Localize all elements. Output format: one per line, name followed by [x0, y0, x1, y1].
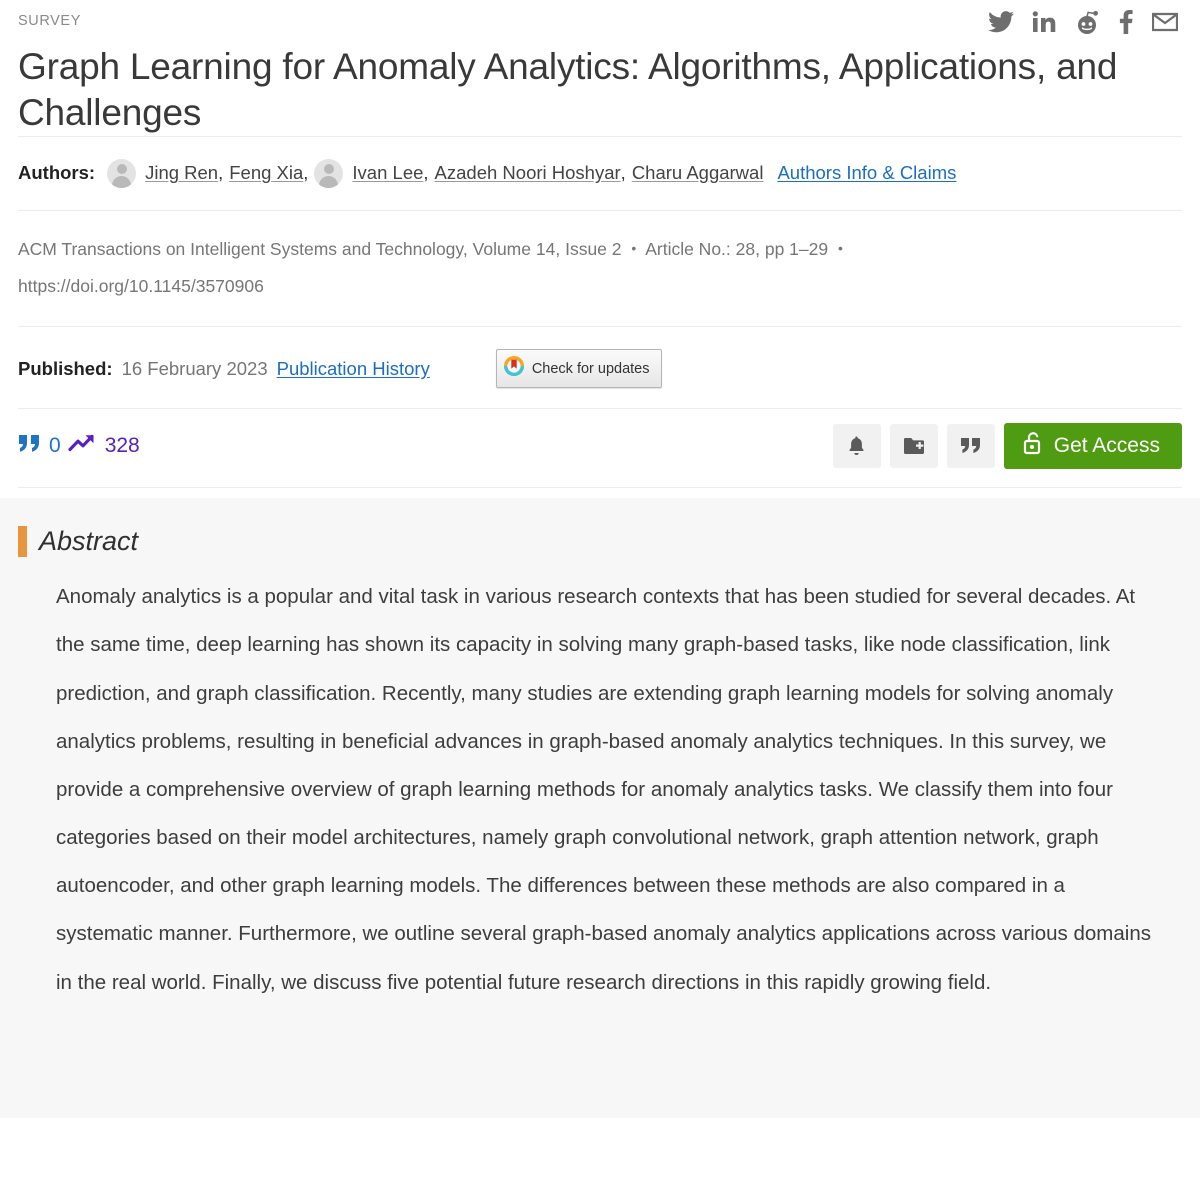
bullet-separator: • — [631, 239, 637, 256]
publication-history-link[interactable]: Publication History — [277, 358, 430, 380]
author-link-jing-ren[interactable]: Jing Ren — [145, 162, 218, 184]
published-label: Published: — [18, 357, 113, 379]
downloads-metric[interactable]: 328 — [68, 432, 140, 460]
author-link-ivan-lee[interactable]: Ivan Lee — [352, 162, 423, 184]
authors-row: Authors: Jing Ren, Feng Xia, Ivan Lee, A… — [0, 137, 1200, 210]
citation-line: ACM Transactions on Intelligent Systems … — [0, 211, 960, 327]
author-link-feng-xia[interactable]: Feng Xia — [229, 162, 303, 184]
avatar — [314, 158, 344, 188]
abstract-section: Abstract Anomaly analytics is a popular … — [0, 498, 1200, 1119]
comma: , — [755, 238, 760, 259]
article-page: SURVEY Graph Learning for Anomaly Analyt… — [0, 0, 1200, 1119]
unlock-icon — [1022, 431, 1044, 461]
get-access-button[interactable]: Get Access — [1003, 423, 1182, 470]
authors-info-claims-link[interactable]: Authors Info & Claims — [777, 162, 956, 184]
published-row: Published: 16 February 2023 Publication … — [0, 327, 1200, 408]
twitter-icon[interactable] — [988, 11, 1014, 33]
downloads-count: 328 — [104, 434, 140, 458]
alerts-button[interactable] — [832, 424, 881, 469]
author-separator: , — [218, 162, 224, 184]
crossmark-icon — [503, 355, 525, 382]
check-for-updates-badge[interactable]: Check for updates — [495, 349, 662, 389]
authors-label: Authors: — [18, 162, 96, 184]
quote-icon — [18, 432, 42, 460]
abstract-text: Anomaly analytics is a popular and vital… — [56, 585, 1151, 994]
abstract-heading: Abstract — [18, 526, 1182, 558]
bullet-separator: • — [838, 239, 843, 256]
issue: Issue 2 — [565, 238, 622, 259]
page-range: pp 1–29 — [764, 238, 829, 259]
avatar — [107, 158, 137, 188]
trending-up-icon — [68, 432, 98, 460]
author-link-azadeh-noori-hoshyar[interactable]: Azadeh Noori Hoshyar — [435, 162, 621, 184]
check-for-updates-label: Check for updates — [531, 360, 650, 377]
save-to-binder-button[interactable] — [889, 424, 938, 469]
article-actions: Get Access — [832, 423, 1182, 470]
reddit-icon[interactable] — [1074, 10, 1100, 34]
cite-button[interactable] — [946, 424, 995, 469]
citations-count: 0 — [49, 434, 61, 458]
citations-metric[interactable]: 0 — [18, 432, 61, 460]
article-type-kicker: SURVEY — [18, 13, 81, 29]
social-share-bar — [988, 10, 1182, 34]
page-header: SURVEY — [0, 0, 1200, 34]
metrics-group: 0 328 — [18, 432, 140, 460]
email-icon[interactable] — [1152, 12, 1178, 32]
comma: , — [462, 238, 468, 259]
comma: , — [555, 238, 561, 259]
linkedin-icon[interactable] — [1032, 11, 1056, 33]
published-date: 16 February 2023 — [121, 357, 268, 379]
get-access-label: Get Access — [1053, 434, 1160, 458]
doi-link[interactable]: https://doi.org/10.1145/3570906 — [18, 276, 264, 296]
author-separator: , — [303, 162, 309, 184]
metrics-and-actions-row: 0 328 Get Access — [0, 409, 1200, 487]
author-separator: , — [620, 162, 626, 184]
facebook-icon[interactable] — [1118, 10, 1134, 34]
divider — [18, 487, 1182, 489]
abstract-accent-bar — [18, 526, 27, 558]
page-title: Graph Learning for Anomaly Analytics: Al… — [18, 46, 1118, 133]
article-number: Article No.: 28 — [645, 238, 756, 259]
volume: Volume 14 — [472, 238, 556, 259]
author-separator: , — [423, 162, 429, 184]
author-link-charu-aggarwal[interactable]: Charu Aggarwal — [632, 162, 764, 184]
abstract-title: Abstract — [39, 526, 139, 557]
journal-name: ACM Transactions on Intelligent Systems … — [18, 238, 463, 259]
